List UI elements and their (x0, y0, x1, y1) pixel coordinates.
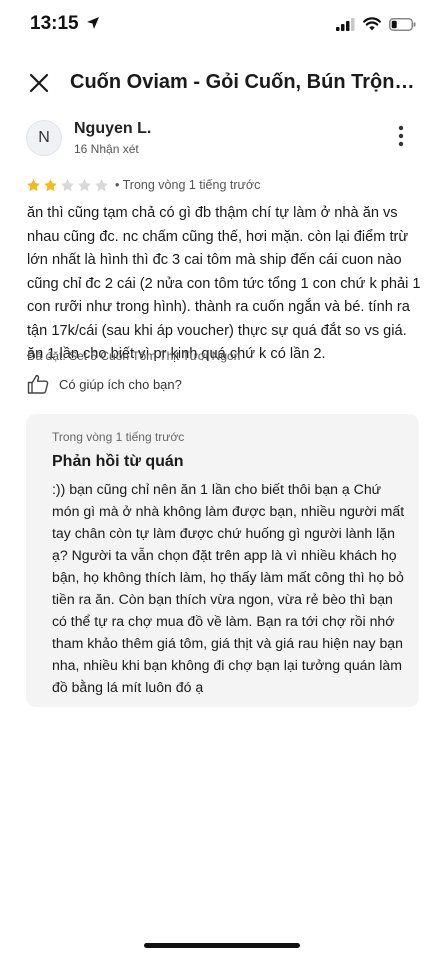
review-time: • Trong vòng 1 tiếng trước (115, 178, 261, 192)
reviewer-name[interactable]: Nguyen L. (74, 120, 151, 138)
more-vertical-icon[interactable] (396, 124, 406, 148)
avatar: N (26, 120, 62, 156)
review-count: 16 Nhận xét (74, 142, 139, 156)
star-icon (78, 178, 91, 191)
review-text: ăn thì cũng tạm chả có gì đb thậm chí tự… (27, 205, 421, 362)
helpful-button[interactable]: Có giúp ích cho bạn? (27, 374, 182, 394)
close-icon[interactable] (26, 70, 52, 96)
wifi-icon (363, 17, 381, 31)
battery-icon (389, 17, 416, 31)
thumbs-up-icon (27, 374, 49, 394)
status-icons (336, 17, 416, 31)
reply-time: Trong vòng 1 tiếng trước (52, 430, 185, 444)
cellular-signal-icon (336, 17, 355, 31)
home-indicator[interactable] (144, 943, 300, 948)
rating-row: • Trong vòng 1 tiếng trước (26, 176, 260, 194)
merchant-reply: Trong vòng 1 tiếng trước Phản hồi từ quá… (26, 414, 419, 707)
status-bar: 13:15 (0, 0, 444, 52)
star-rating (26, 178, 109, 193)
location-arrow-icon (87, 17, 99, 29)
header: Cuốn Oviam - Gỏi Cuốn, Bún Trộn, G... (0, 62, 444, 104)
star-icon (61, 178, 74, 191)
star-icon (95, 178, 108, 191)
star-icon (44, 178, 57, 191)
reply-title: Phản hồi từ quán (52, 453, 184, 470)
reply-text: :)) bạn cũng chỉ nên ăn 1 lần cho biết t… (52, 481, 405, 695)
helpful-label: Có giúp ích cho bạn? (59, 376, 182, 392)
status-time: 13:15 (30, 13, 79, 34)
ordered-item: Đã đặt: Set 5 Cuốn Tôm Thịt Tươi Ngon (27, 349, 241, 363)
star-icon (27, 178, 40, 191)
page-title: Cuốn Oviam - Gỏi Cuốn, Bún Trộn, G... (70, 71, 415, 93)
